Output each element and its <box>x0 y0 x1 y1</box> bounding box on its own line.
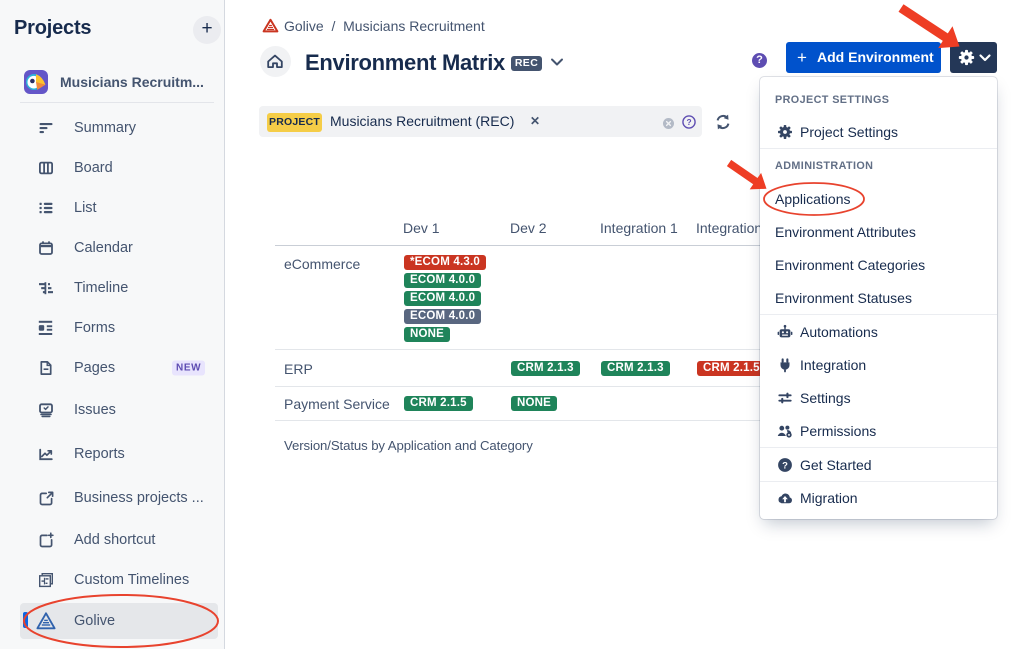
svg-text:?: ? <box>782 460 788 471</box>
svg-text:?: ? <box>686 117 691 127</box>
